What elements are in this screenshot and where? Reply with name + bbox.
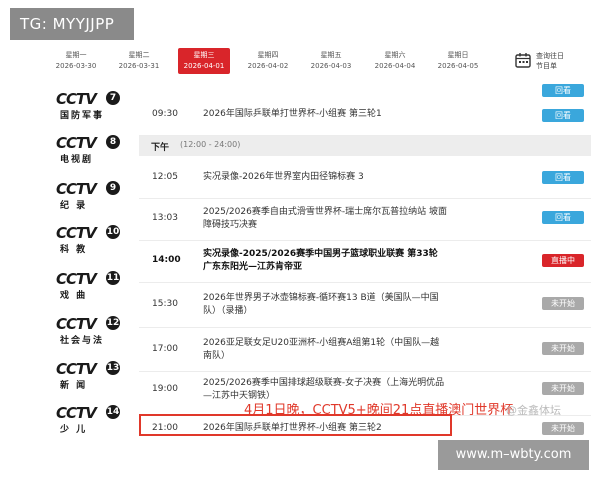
day-date: 2026-04-01 <box>183 62 225 70</box>
day-weekday: 星期二 <box>128 51 150 59</box>
section-range: (12:00 - 24:00) <box>180 140 241 149</box>
not-started-badge[interactable]: 未开始 <box>542 382 584 395</box>
calendar-icon <box>515 53 531 68</box>
replay-button[interactable]: 回看 <box>542 109 584 122</box>
day-tab-tue[interactable]: 星期二 2026-03-31 <box>113 48 165 74</box>
program-title: 2026亚足联女足U20亚洲杯-小组赛A组第1轮（中国队—越南队） <box>203 338 440 361</box>
channel-number: 9 <box>106 181 120 195</box>
channel-list: CCTV 7 国防军事 CCTV 8 电视剧 CCTV 9 纪 录 CCTV 1… <box>48 80 126 440</box>
date-bar: 星期一 2026-03-30 星期二 2026-03-31 星期三 2026-0… <box>0 48 600 78</box>
channel-number: 14 <box>106 405 120 419</box>
program-row-live[interactable]: 14:00 实况录像-2025/2026赛季中国男子篮球职业联赛 第33轮 广东… <box>139 241 591 283</box>
program-time: 13:03 <box>152 213 178 223</box>
channel-name: 纪 录 <box>60 201 88 211</box>
afternoon-section-header: 下午 (12:00 - 24:00) <box>139 136 591 156</box>
channel-logo: CCTV <box>56 270 97 288</box>
program-time: 19:00 <box>152 384 178 394</box>
day-weekday: 星期日 <box>447 51 469 59</box>
day-date: 2026-04-04 <box>374 62 416 70</box>
channel-logo: CCTV <box>56 404 97 422</box>
program-list: 09:30 2026年国际乒联单打世界杯-小组赛 第三轮1 回看 回看 下午 (… <box>139 80 591 440</box>
program-time: 14:00 <box>152 255 181 265</box>
channel-logo: CCTV <box>56 90 97 108</box>
day-tab-sun[interactable]: 星期日 2026-04-05 <box>432 48 484 74</box>
channel-item-cctv9[interactable]: CCTV 9 纪 录 <box>48 176 126 216</box>
channel-name: 科 教 <box>60 245 88 255</box>
channel-logo: CCTV <box>56 224 97 242</box>
program-time: 17:00 <box>152 344 178 354</box>
channel-number: 10 <box>106 225 120 239</box>
program-time: 15:30 <box>152 299 178 309</box>
watermark-tag: TG: MYYJJPP <box>10 8 134 40</box>
program-row[interactable]: 09:30 2026年国际乒联单打世界杯-小组赛 第三轮1 回看 回看 <box>139 80 591 136</box>
overlay-caption: 4月1日晚，CCTV5+晚间21点直播澳门世界杯 <box>244 403 514 418</box>
channel-name: 戏 曲 <box>60 291 88 301</box>
program-title: 2025/2026赛季自由式滑雪世界杯-瑞士席尔瓦普拉纳站 坡面障碍技巧决赛 <box>203 207 447 230</box>
not-started-badge[interactable]: 未开始 <box>542 342 584 355</box>
program-title: 实况录像-2025/2026赛季中国男子篮球职业联赛 第33轮 广东东阳光—江苏… <box>203 249 438 272</box>
channel-number: 8 <box>106 135 120 149</box>
day-tab-wed[interactable]: 星期三 2026-04-01 <box>178 48 230 74</box>
program-time: 12:05 <box>152 172 178 182</box>
day-weekday: 星期四 <box>257 51 279 59</box>
history-lookup-button[interactable]: 查询往日 节目单 <box>512 50 592 74</box>
not-started-badge[interactable]: 未开始 <box>542 297 584 310</box>
channel-name: 电视剧 <box>60 155 94 165</box>
history-line2: 节目单 <box>536 62 557 70</box>
day-weekday: 星期六 <box>384 51 406 59</box>
day-date: 2026-04-03 <box>310 62 352 70</box>
live-now-badge[interactable]: 直播中 <box>542 254 584 267</box>
program-time: 09:30 <box>152 109 178 119</box>
day-tab-sat[interactable]: 星期六 2026-04-04 <box>369 48 421 74</box>
day-tab-thu[interactable]: 星期四 2026-04-02 <box>242 48 294 74</box>
day-tab-fri[interactable]: 星期五 2026-04-03 <box>305 48 357 74</box>
channel-name: 新 闻 <box>60 381 88 391</box>
program-row[interactable]: 13:03 2025/2026赛季自由式滑雪世界杯-瑞士席尔瓦普拉纳站 坡面障碍… <box>139 199 591 241</box>
channel-name: 国防军事 <box>60 111 105 121</box>
channel-item-cctv14[interactable]: CCTV 14 少 儿 <box>48 400 126 440</box>
site-watermark-tag: www.m–wbty.com <box>438 440 589 470</box>
channel-item-cctv11[interactable]: CCTV 11 戏 曲 <box>48 266 126 306</box>
replay-button[interactable]: 回看 <box>542 211 584 224</box>
day-date: 2026-04-05 <box>437 62 479 70</box>
program-row[interactable]: 17:00 2026亚足联女足U20亚洲杯-小组赛A组第1轮（中国队—越南队） … <box>139 328 591 372</box>
channel-name: 少 儿 <box>60 425 88 435</box>
day-date: 2026-03-31 <box>118 62 160 70</box>
history-line1: 查询往日 <box>536 52 564 60</box>
day-date: 2026-03-30 <box>55 62 97 70</box>
channel-number: 11 <box>106 271 120 285</box>
channel-item-cctv10[interactable]: CCTV 10 科 教 <box>48 220 126 260</box>
program-title: 2026年世界男子冰壶锦标赛-循环赛13 B道（美国队—中国队）（录播） <box>203 293 439 316</box>
channel-logo: CCTV <box>56 180 97 198</box>
day-weekday: 星期一 <box>65 51 87 59</box>
channel-logo: CCTV <box>56 315 97 333</box>
day-date: 2026-04-02 <box>247 62 289 70</box>
channel-number: 12 <box>106 316 120 330</box>
schedule-panel: CCTV 7 国防军事 CCTV 8 电视剧 CCTV 9 纪 录 CCTV 1… <box>0 80 600 440</box>
section-label: 下午 <box>151 143 170 153</box>
day-weekday: 星期五 <box>320 51 342 59</box>
program-title: 实况录像-2026年世界室内田径锦标赛 3 <box>203 172 364 182</box>
history-label: 查询往日 节目单 <box>536 51 564 71</box>
channel-item-cctv8[interactable]: CCTV 8 电视剧 <box>48 130 126 170</box>
channel-logo: CCTV <box>56 360 97 378</box>
day-tab-mon[interactable]: 星期一 2026-03-30 <box>50 48 102 74</box>
weibo-watermark: @金鑫体坛 <box>506 404 561 417</box>
replay-button[interactable]: 回看 <box>542 171 584 184</box>
channel-number: 7 <box>106 91 120 105</box>
channel-item-cctv7[interactable]: CCTV 7 国防军事 <box>48 86 126 126</box>
replay-button[interactable]: 回看 <box>542 84 584 97</box>
channel-name: 社会与法 <box>60 336 105 346</box>
program-row[interactable]: 15:30 2026年世界男子冰壶锦标赛-循环赛13 B道（美国队—中国队）（录… <box>139 283 591 328</box>
not-started-badge[interactable]: 未开始 <box>542 422 584 435</box>
channel-item-cctv13[interactable]: CCTV 13 新 闻 <box>48 356 126 396</box>
program-row[interactable]: 12:05 实况录像-2026年世界室内田径锦标赛 3 回看 <box>139 156 591 199</box>
day-weekday: 星期三 <box>193 51 215 59</box>
program-title: 2026年国际乒联单打世界杯-小组赛 第三轮1 <box>203 109 382 119</box>
channel-item-cctv12[interactable]: CCTV 12 社会与法 <box>48 311 126 351</box>
channel-number: 13 <box>106 361 120 375</box>
channel-logo: CCTV <box>56 134 97 152</box>
